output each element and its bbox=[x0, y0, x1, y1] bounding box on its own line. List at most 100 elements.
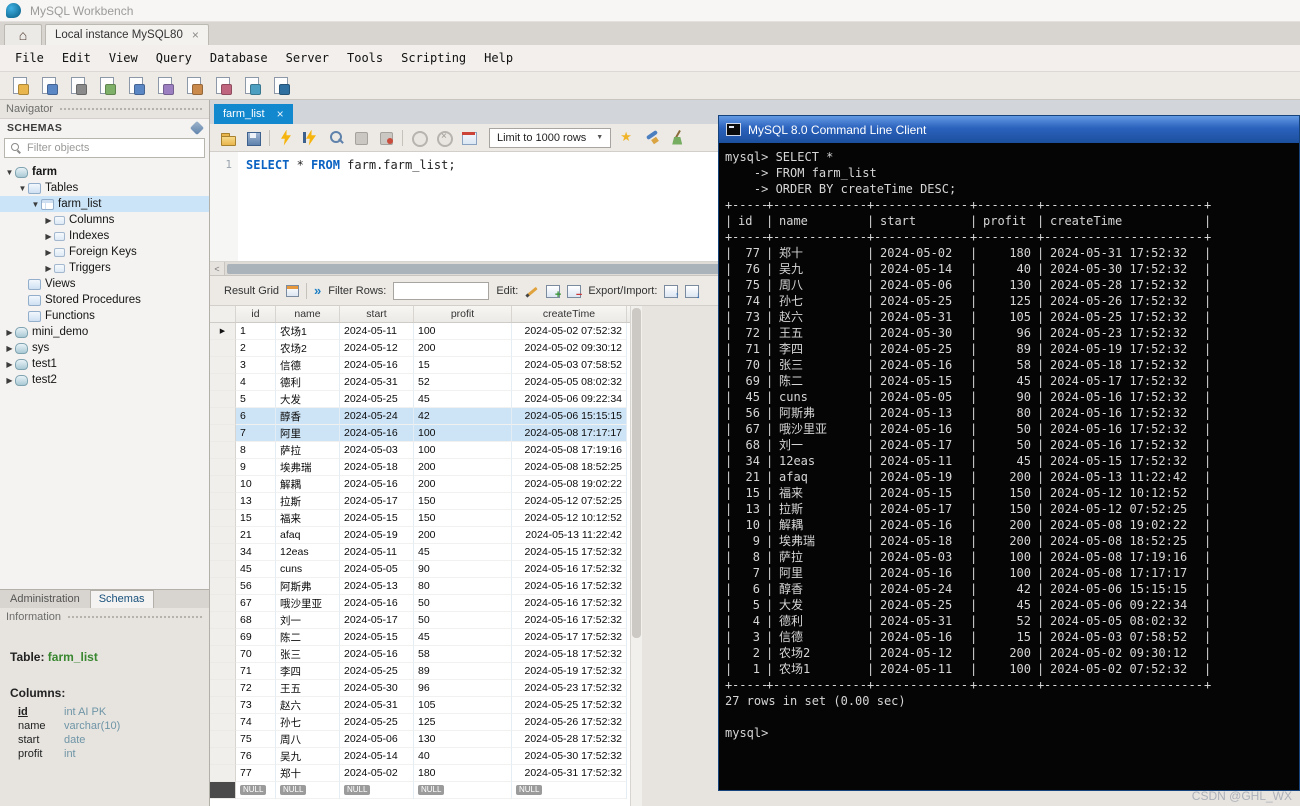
row-marker[interactable] bbox=[210, 425, 236, 442]
grid-column-header-id[interactable]: id bbox=[236, 306, 276, 322]
grid-cell[interactable]: 2024-05-19 17:52:32 bbox=[512, 663, 627, 680]
grid-cell[interactable]: 2024-05-17 17:52:32 bbox=[512, 629, 627, 646]
grid-row-71[interactable]: 71 李四 2024-05-25 89 2024-05-19 17:52:32 bbox=[210, 663, 630, 680]
grid-cell[interactable]: 50 bbox=[414, 612, 512, 629]
grid-cell[interactable]: 34 bbox=[236, 544, 276, 561]
chevron-expanded-icon[interactable]: ▼ bbox=[17, 184, 28, 193]
import-records-icon[interactable] bbox=[685, 284, 700, 300]
grid-row-56[interactable]: 56 阿斯弗 2024-05-13 80 2024-05-16 17:52:32 bbox=[210, 578, 630, 595]
grid-cell[interactable]: 2 bbox=[236, 340, 276, 357]
grid-column-header-name[interactable]: name bbox=[276, 306, 340, 322]
grid-cell-null[interactable]: NULL bbox=[512, 782, 627, 799]
refresh-schemas-icon[interactable] bbox=[189, 120, 205, 135]
grid-cell[interactable]: 2024-05-11 bbox=[340, 323, 414, 340]
grid-row-76[interactable]: 76 吴九 2024-05-14 40 2024-05-30 17:52:32 bbox=[210, 748, 630, 765]
grid-cell[interactable]: 2024-05-05 08:02:32 bbox=[512, 374, 627, 391]
grid-column-header-createTime[interactable]: createTime bbox=[512, 306, 627, 322]
row-marker[interactable]: ▶ bbox=[210, 323, 236, 340]
grid-cell[interactable]: 2024-05-16 17:52:32 bbox=[512, 578, 627, 595]
grid-row-77[interactable]: 77 郑十 2024-05-02 180 2024-05-31 17:52:32 bbox=[210, 765, 630, 782]
grid-cell[interactable]: 74 bbox=[236, 714, 276, 731]
edit-record-icon[interactable] bbox=[525, 284, 539, 298]
chevron-collapsed-icon[interactable]: ▶ bbox=[43, 248, 54, 257]
menu-file[interactable]: File bbox=[6, 47, 53, 69]
chevron-collapsed-icon[interactable]: ▶ bbox=[43, 264, 54, 273]
grid-cell[interactable]: 76 bbox=[236, 748, 276, 765]
grid-cell[interactable]: 45 bbox=[414, 544, 512, 561]
new-query-tab-icon[interactable] bbox=[10, 76, 29, 95]
grid-cell[interactable]: 9 bbox=[236, 459, 276, 476]
grid-cell[interactable]: 4 bbox=[236, 374, 276, 391]
grid-cell[interactable]: 200 bbox=[414, 340, 512, 357]
grid-row-13[interactable]: 13 拉斯 2024-05-17 150 2024-05-12 07:52:25 bbox=[210, 493, 630, 510]
grid-cell[interactable]: 73 bbox=[236, 697, 276, 714]
row-marker[interactable] bbox=[210, 595, 236, 612]
save-snippet-icon[interactable] bbox=[618, 129, 636, 147]
tab-schemas[interactable]: Schemas bbox=[89, 590, 154, 608]
grid-cell[interactable]: 2024-05-25 bbox=[340, 663, 414, 680]
open-sql-script-icon[interactable] bbox=[39, 76, 58, 95]
grid-row-15[interactable]: 15 福来 2024-05-15 150 2024-05-12 10:12:52 bbox=[210, 510, 630, 527]
tree-item-farm-list[interactable]: ▼ farm_list bbox=[0, 196, 209, 212]
terminal-titlebar[interactable]: MySQL 8.0 Command Line Client bbox=[719, 116, 1299, 143]
grid-cell[interactable]: 赵六 bbox=[276, 697, 340, 714]
grid-cell[interactable]: 2024-05-15 17:52:32 bbox=[512, 544, 627, 561]
grid-cell[interactable]: 2024-05-24 bbox=[340, 408, 414, 425]
grid-cell[interactable]: afaq bbox=[276, 527, 340, 544]
grid-row-75[interactable]: 75 周八 2024-05-06 130 2024-05-28 17:52:32 bbox=[210, 731, 630, 748]
beautify-query-icon[interactable] bbox=[643, 129, 661, 147]
tree-item-triggers[interactable]: ▶ Triggers bbox=[0, 260, 209, 276]
chevron-expanded-icon[interactable]: ▼ bbox=[4, 168, 15, 177]
grid-cell[interactable]: 2024-05-18 17:52:32 bbox=[512, 646, 627, 663]
grid-cell[interactable]: 2024-05-28 17:52:32 bbox=[512, 731, 627, 748]
grid-cell[interactable]: 15 bbox=[236, 510, 276, 527]
terminal-body[interactable]: mysql> SELECT * -> FROM farm_list -> ORD… bbox=[719, 143, 1299, 790]
grid-cell[interactable]: 180 bbox=[414, 765, 512, 782]
grid-cell[interactable]: 2024-05-08 18:52:25 bbox=[512, 459, 627, 476]
row-marker[interactable] bbox=[210, 561, 236, 578]
row-marker[interactable] bbox=[210, 765, 236, 782]
execute-current-statement-icon[interactable] bbox=[302, 129, 320, 147]
row-marker[interactable] bbox=[210, 340, 236, 357]
grid-cell[interactable]: 69 bbox=[236, 629, 276, 646]
save-script-icon[interactable] bbox=[244, 129, 262, 147]
row-marker[interactable] bbox=[210, 731, 236, 748]
grid-vertical-scrollbar[interactable] bbox=[630, 306, 642, 806]
grid-cell[interactable]: 2024-05-31 17:52:32 bbox=[512, 765, 627, 782]
grid-row-6[interactable]: 6 醇香 2024-05-24 42 2024-05-06 15:15:15 bbox=[210, 408, 630, 425]
reconnect-dbms-icon[interactable] bbox=[271, 76, 290, 95]
grid-cell[interactable]: 2024-05-02 bbox=[340, 765, 414, 782]
tree-item-foreign-keys[interactable]: ▶ Foreign Keys bbox=[0, 244, 209, 260]
grid-cell[interactable]: 郑十 bbox=[276, 765, 340, 782]
grid-cell[interactable]: 2024-05-17 bbox=[340, 493, 414, 510]
search-data-icon[interactable] bbox=[242, 76, 261, 95]
row-marker[interactable] bbox=[210, 408, 236, 425]
grid-cell[interactable]: 哦沙里亚 bbox=[276, 595, 340, 612]
row-marker[interactable] bbox=[210, 629, 236, 646]
home-tab[interactable]: ⌂ bbox=[4, 24, 42, 45]
grid-cell[interactable]: 2024-05-16 17:52:32 bbox=[512, 612, 627, 629]
tree-item-columns[interactable]: ▶ Columns bbox=[0, 212, 209, 228]
scroll-left-icon[interactable]: < bbox=[210, 262, 225, 275]
connection-tab[interactable]: Local instance MySQL80 × bbox=[45, 24, 209, 45]
row-marker[interactable] bbox=[210, 510, 236, 527]
grid-column-header-profit[interactable]: profit bbox=[414, 306, 512, 322]
grid-cell[interactable]: 68 bbox=[236, 612, 276, 629]
grid-row-69[interactable]: 69 陈二 2024-05-15 45 2024-05-17 17:52:32 bbox=[210, 629, 630, 646]
grid-row-8[interactable]: 8 萨拉 2024-05-03 100 2024-05-08 17:19:16 bbox=[210, 442, 630, 459]
grid-cell[interactable]: 42 bbox=[414, 408, 512, 425]
menu-tools[interactable]: Tools bbox=[338, 47, 392, 69]
row-marker[interactable] bbox=[210, 646, 236, 663]
scrollbar-thumb[interactable] bbox=[227, 264, 727, 274]
grid-cell[interactable]: 67 bbox=[236, 595, 276, 612]
grid-cell[interactable]: 3 bbox=[236, 357, 276, 374]
grid-cell[interactable]: 105 bbox=[414, 697, 512, 714]
grid-cell[interactable]: 2024-05-17 bbox=[340, 612, 414, 629]
grid-cell[interactable]: 德利 bbox=[276, 374, 340, 391]
grid-cell[interactable]: 72 bbox=[236, 680, 276, 697]
grid-column-header-start[interactable]: start bbox=[340, 306, 414, 322]
row-marker[interactable] bbox=[210, 714, 236, 731]
chevron-collapsed-icon[interactable]: ▶ bbox=[4, 328, 15, 337]
chevron-expanded-icon[interactable]: ▼ bbox=[30, 200, 41, 209]
limit-rows-dropdown[interactable]: Limit to 1000 rows ▼ bbox=[489, 127, 612, 148]
